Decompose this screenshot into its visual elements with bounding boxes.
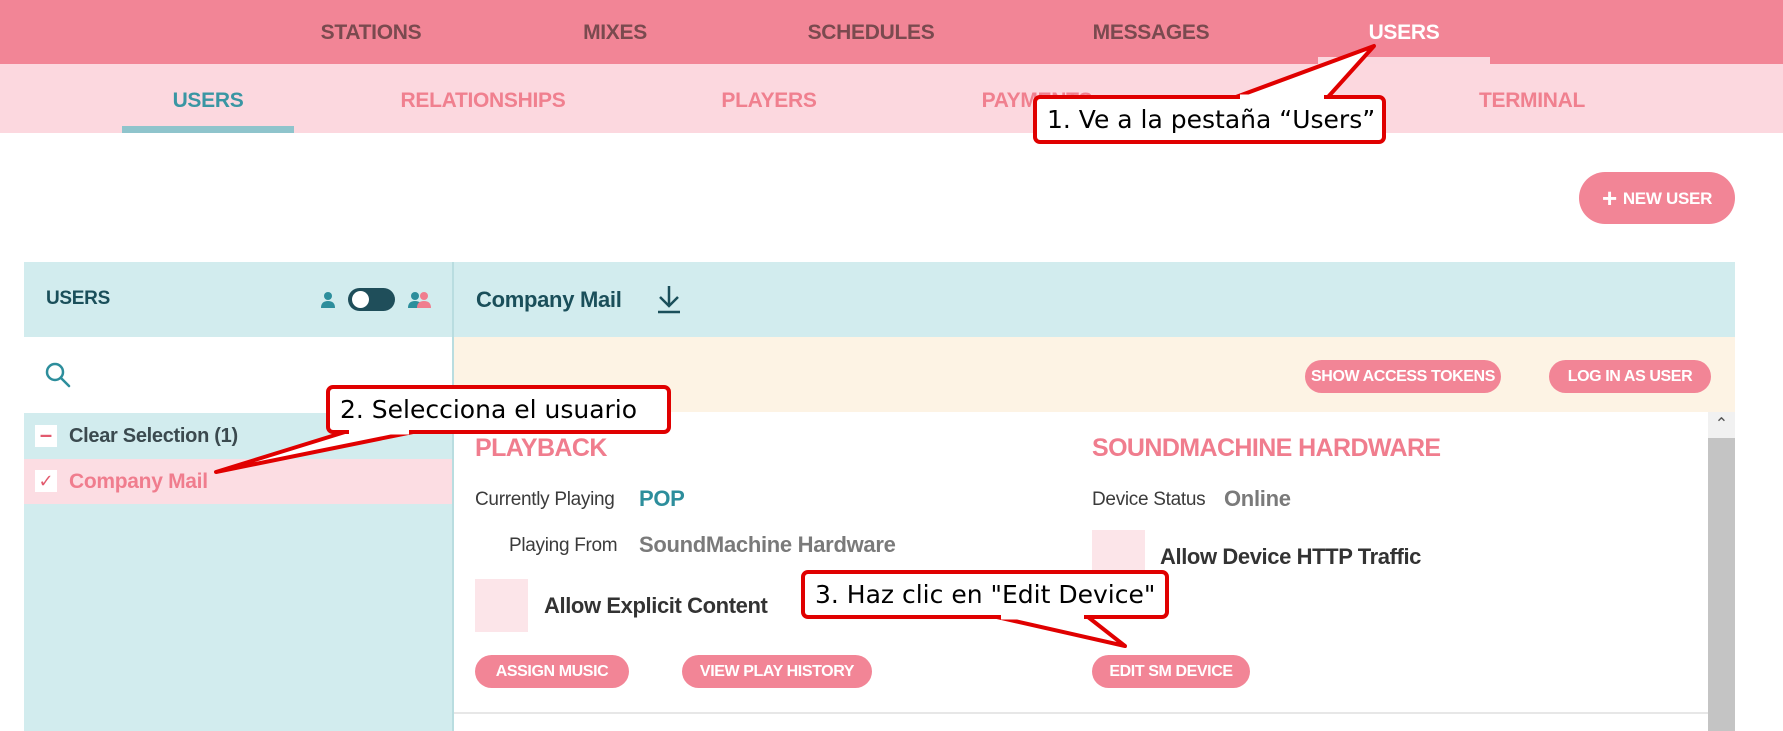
- detail-header: Company Mail: [454, 262, 1735, 337]
- user-name-label: Company Mail: [69, 470, 208, 493]
- group-users-icon[interactable]: [406, 289, 432, 311]
- users-panel: USERS – Clear Selection (1) ✓ Company Ma…: [24, 262, 452, 731]
- device-status-label: Device Status: [1092, 489, 1206, 510]
- log-in-as-user-button[interactable]: LOG IN AS USER: [1549, 360, 1711, 393]
- top-tab-stations[interactable]: STATIONS: [286, 0, 456, 64]
- explicit-content-checkbox[interactable]: [475, 579, 528, 632]
- clear-selection-label: Clear Selection (1): [69, 425, 238, 447]
- explicit-content-label: Allow Explicit Content: [544, 593, 768, 618]
- show-access-tokens-button[interactable]: SHOW ACCESS TOKENS: [1305, 360, 1501, 393]
- sub-nav: USERS RELATIONSHIPS PLAYERS PAYMENTS TER…: [0, 64, 1783, 133]
- plus-icon: +: [1601, 183, 1617, 213]
- currently-playing-value[interactable]: POP: [639, 486, 685, 512]
- assign-music-button[interactable]: ASSIGN MUSIC: [475, 655, 629, 688]
- view-play-history-button[interactable]: VIEW PLAY HISTORY: [682, 655, 872, 688]
- search-icon[interactable]: [44, 361, 72, 389]
- playing-from-value: SoundMachine Hardware: [639, 532, 896, 557]
- toggle-knob: [352, 291, 369, 308]
- content-bottom-divider: [454, 712, 1708, 714]
- top-tab-messages[interactable]: MESSAGES: [1066, 0, 1236, 64]
- playback-title: PLAYBACK: [475, 434, 607, 462]
- top-tab-users[interactable]: USERS: [1318, 0, 1490, 64]
- hardware-title: SOUNDMACHINE HARDWARE: [1092, 434, 1441, 462]
- sub-tab-active-indicator: [122, 126, 294, 133]
- scroll-up-arrow-icon[interactable]: ⌃: [1708, 412, 1735, 438]
- detail-content: PLAYBACK Currently Playing POP Playing F…: [454, 412, 1708, 712]
- scrollbar[interactable]: [1708, 412, 1735, 731]
- detail-title: Company Mail: [476, 287, 622, 312]
- sub-tab-players[interactable]: PLAYERS: [684, 64, 854, 133]
- callout-step-1: 1. Ve a la pestaña “Users”: [1033, 95, 1386, 144]
- device-status-value: Online: [1224, 486, 1291, 511]
- minus-icon: –: [35, 424, 57, 447]
- download-icon[interactable]: [654, 283, 684, 315]
- top-tab-active-indicator: [1318, 57, 1490, 64]
- list-item[interactable]: ✓ Company Mail: [24, 459, 452, 504]
- edit-sm-device-button[interactable]: EDIT SM DEVICE: [1092, 655, 1250, 688]
- check-icon[interactable]: ✓: [35, 470, 57, 492]
- user-group-toggle[interactable]: [348, 288, 395, 311]
- currently-playing-label: Currently Playing: [475, 489, 615, 510]
- single-user-icon[interactable]: [317, 289, 339, 311]
- callout-step-3: 3. Haz clic en "Edit Device": [801, 570, 1169, 619]
- top-tab-schedules[interactable]: SCHEDULES: [786, 0, 956, 64]
- sub-tab-relationships[interactable]: RELATIONSHIPS: [388, 64, 578, 133]
- playing-from-label: Playing From: [509, 535, 618, 556]
- users-panel-header: USERS: [24, 262, 452, 337]
- new-user-button[interactable]: + NEW USER: [1579, 172, 1735, 224]
- sub-tab-terminal[interactable]: TERMINAL: [1447, 64, 1617, 133]
- sub-tab-users[interactable]: USERS: [122, 64, 294, 133]
- callout-step-2: 2. Selecciona el usuario: [326, 385, 671, 434]
- top-nav: STATIONS MIXES SCHEDULES MESSAGES USERS: [0, 0, 1783, 64]
- top-tab-mixes[interactable]: MIXES: [530, 0, 700, 64]
- http-traffic-label: Allow Device HTTP Traffic: [1160, 544, 1422, 569]
- new-user-label: NEW USER: [1622, 189, 1713, 208]
- users-panel-title: USERS: [46, 288, 110, 309]
